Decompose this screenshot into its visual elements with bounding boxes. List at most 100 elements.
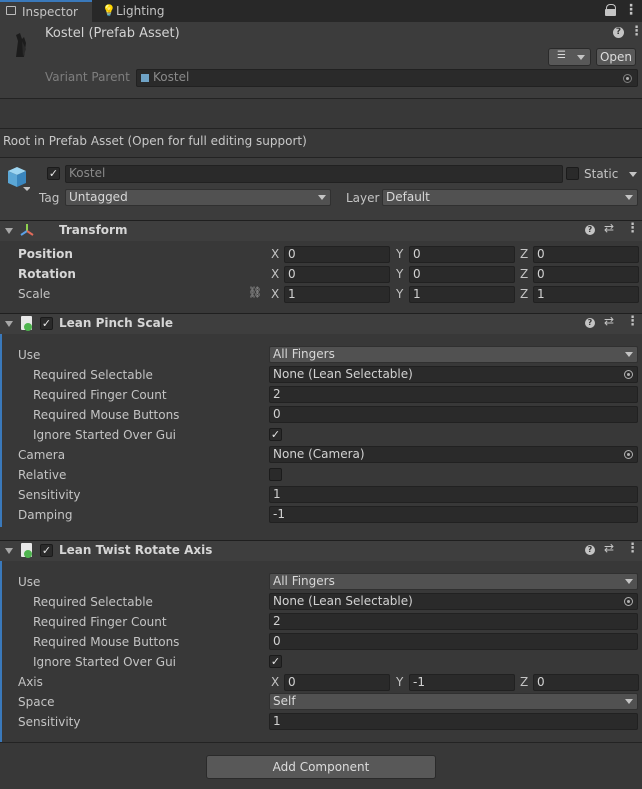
settings-kebab-icon[interactable]: ⋮ (626, 541, 639, 556)
pinch-ignore-gui-toggle[interactable] (269, 428, 282, 441)
static-dropdown-icon[interactable] (629, 172, 637, 177)
tab-bar: Inspector 💡 Lighting ⋮ (0, 0, 642, 22)
variant-parent-value: Kostel (153, 70, 190, 84)
gameobject-active-toggle[interactable] (47, 167, 60, 180)
settings-kebab-icon[interactable]: ⋮ (626, 314, 639, 329)
twist-ignore-gui-label: Ignore Started Over Gui (33, 655, 177, 669)
transform-header[interactable]: Transform ? ⇄ ⋮ (0, 220, 642, 241)
add-component-button[interactable]: Add Component (206, 755, 436, 779)
help-icon[interactable]: ? (585, 225, 595, 235)
twist-space-dropdown[interactable]: Self (269, 693, 638, 710)
position-label: Position (18, 247, 73, 261)
twist-axis-y-label[interactable]: Y (396, 675, 403, 689)
twist-required-selectable-value: None (Lean Selectable) (273, 594, 413, 608)
pinch-damping-field[interactable]: -1 (269, 506, 638, 523)
twist-axis-z-field[interactable]: 0 (533, 674, 639, 691)
help-icon[interactable]: ? (585, 545, 595, 555)
twist-axis-x-field[interactable]: 0 (284, 674, 390, 691)
scale-x-label[interactable]: X (271, 287, 279, 301)
rotation-z-field[interactable]: 0 (533, 266, 639, 283)
lock-body-icon (605, 9, 616, 16)
help-icon[interactable]: ? (613, 27, 624, 38)
twist-use-label: Use (18, 575, 41, 589)
presets-icon[interactable]: ⇄ (604, 314, 614, 328)
lean-twist-rotate-axis-enabled-toggle[interactable] (40, 544, 53, 557)
twist-required-selectable-field[interactable]: None (Lean Selectable) (269, 593, 638, 610)
position-z-field[interactable]: 0 (533, 246, 639, 263)
pinch-use-dropdown[interactable]: All Fingers (269, 346, 638, 363)
pinch-sensitivity-label: Sensitivity (18, 488, 81, 502)
prefab-icon (141, 74, 149, 82)
prefab-title: Kostel (Prefab Asset) (45, 26, 180, 41)
rotation-y-label[interactable]: Y (396, 267, 403, 281)
tab-inspector[interactable]: Inspector (0, 0, 92, 22)
presets-icon[interactable]: ⇄ (604, 221, 614, 235)
foldout-arrow-icon[interactable] (5, 548, 13, 554)
scale-z-label[interactable]: Z (520, 287, 528, 301)
variant-parent-label: Variant Parent (45, 70, 130, 84)
object-picker-icon[interactable] (624, 597, 633, 606)
pinch-ignore-gui-label: Ignore Started Over Gui (33, 428, 177, 442)
settings-kebab-icon[interactable]: ⋮ (626, 221, 639, 236)
transform-title: Transform (59, 223, 128, 237)
prefab-overrides-dropdown[interactable]: ☰ (548, 48, 591, 66)
object-picker-icon[interactable] (623, 74, 632, 83)
twist-ignore-gui-toggle[interactable] (269, 655, 282, 668)
rotation-y-field[interactable]: 0 (409, 266, 515, 283)
position-y-label[interactable]: Y (396, 247, 403, 261)
pinch-required-selectable-field[interactable]: None (Lean Selectable) (269, 366, 638, 383)
rotation-z-label[interactable]: Z (520, 267, 528, 281)
scale-x-field[interactable]: 1 (284, 286, 390, 303)
twist-axis-x-label[interactable]: X (271, 675, 279, 689)
scale-z-field[interactable]: 1 (533, 286, 639, 303)
twist-axis-z-label[interactable]: Z (520, 675, 528, 689)
pinch-required-mouse-buttons-field[interactable]: 0 (269, 406, 638, 423)
pinch-required-finger-count-field[interactable]: 2 (269, 386, 638, 403)
scale-y-label[interactable]: Y (396, 287, 403, 301)
position-z-label[interactable]: Z (520, 247, 528, 261)
layer-dropdown[interactable]: Default (382, 189, 638, 206)
kebab-menu-icon[interactable]: ⋮ (624, 2, 638, 18)
static-label: Static (584, 167, 619, 181)
twist-sensitivity-field[interactable]: 1 (269, 713, 638, 730)
link-icon[interactable]: ⛓ (248, 286, 262, 299)
added-component-indicator (0, 540, 2, 742)
lean-twist-rotate-axis-header[interactable]: Lean Twist Rotate Axis ? ⇄ ⋮ (0, 540, 642, 561)
object-picker-icon[interactable] (624, 450, 633, 459)
pinch-relative-toggle[interactable] (269, 468, 282, 481)
pinch-use-value: All Fingers (273, 347, 335, 361)
prefab-notice: Root in Prefab Asset (Open for full edit… (3, 134, 307, 148)
twist-required-finger-count-field[interactable]: 2 (269, 613, 638, 630)
help-icon[interactable]: ? (585, 318, 595, 328)
foldout-arrow-icon[interactable] (5, 321, 13, 327)
object-picker-icon[interactable] (624, 370, 633, 379)
transform-icon (20, 223, 34, 240)
open-button[interactable]: Open (596, 48, 636, 66)
twist-axis-label: Axis (18, 675, 43, 689)
scale-label: Scale (18, 287, 51, 301)
rotation-x-field[interactable]: 0 (284, 266, 390, 283)
position-x-label[interactable]: X (271, 247, 279, 261)
foldout-arrow-icon[interactable] (5, 228, 13, 234)
pinch-required-selectable-label: Required Selectable (33, 368, 153, 382)
pinch-required-selectable-value: None (Lean Selectable) (273, 367, 413, 381)
pinch-sensitivity-field[interactable]: 1 (269, 486, 638, 503)
twist-use-dropdown[interactable]: All Fingers (269, 573, 638, 590)
twist-required-mouse-buttons-field[interactable]: 0 (269, 633, 638, 650)
presets-icon[interactable]: ⇄ (604, 541, 614, 555)
tab-lighting[interactable]: 💡 Lighting (96, 0, 186, 22)
static-toggle[interactable] (566, 167, 579, 180)
rotation-x-label[interactable]: X (271, 267, 279, 281)
gameobject-name-field[interactable]: Kostel (65, 165, 563, 183)
lean-pinch-scale-header[interactable]: Lean Pinch Scale ? ⇄ ⋮ (0, 313, 642, 334)
position-x-field[interactable]: 0 (284, 246, 390, 263)
position-y-field[interactable]: 0 (409, 246, 515, 263)
scale-y-field[interactable]: 1 (409, 286, 515, 303)
pinch-damping-label: Damping (18, 508, 73, 522)
cube-icon[interactable] (6, 165, 31, 194)
header-kebab-icon[interactable]: ⋮ (630, 24, 642, 39)
twist-axis-y-field[interactable]: -1 (409, 674, 515, 691)
tag-dropdown[interactable]: Untagged (65, 189, 331, 206)
lean-pinch-scale-enabled-toggle[interactable] (40, 317, 53, 330)
pinch-camera-field[interactable]: None (Camera) (269, 446, 638, 463)
